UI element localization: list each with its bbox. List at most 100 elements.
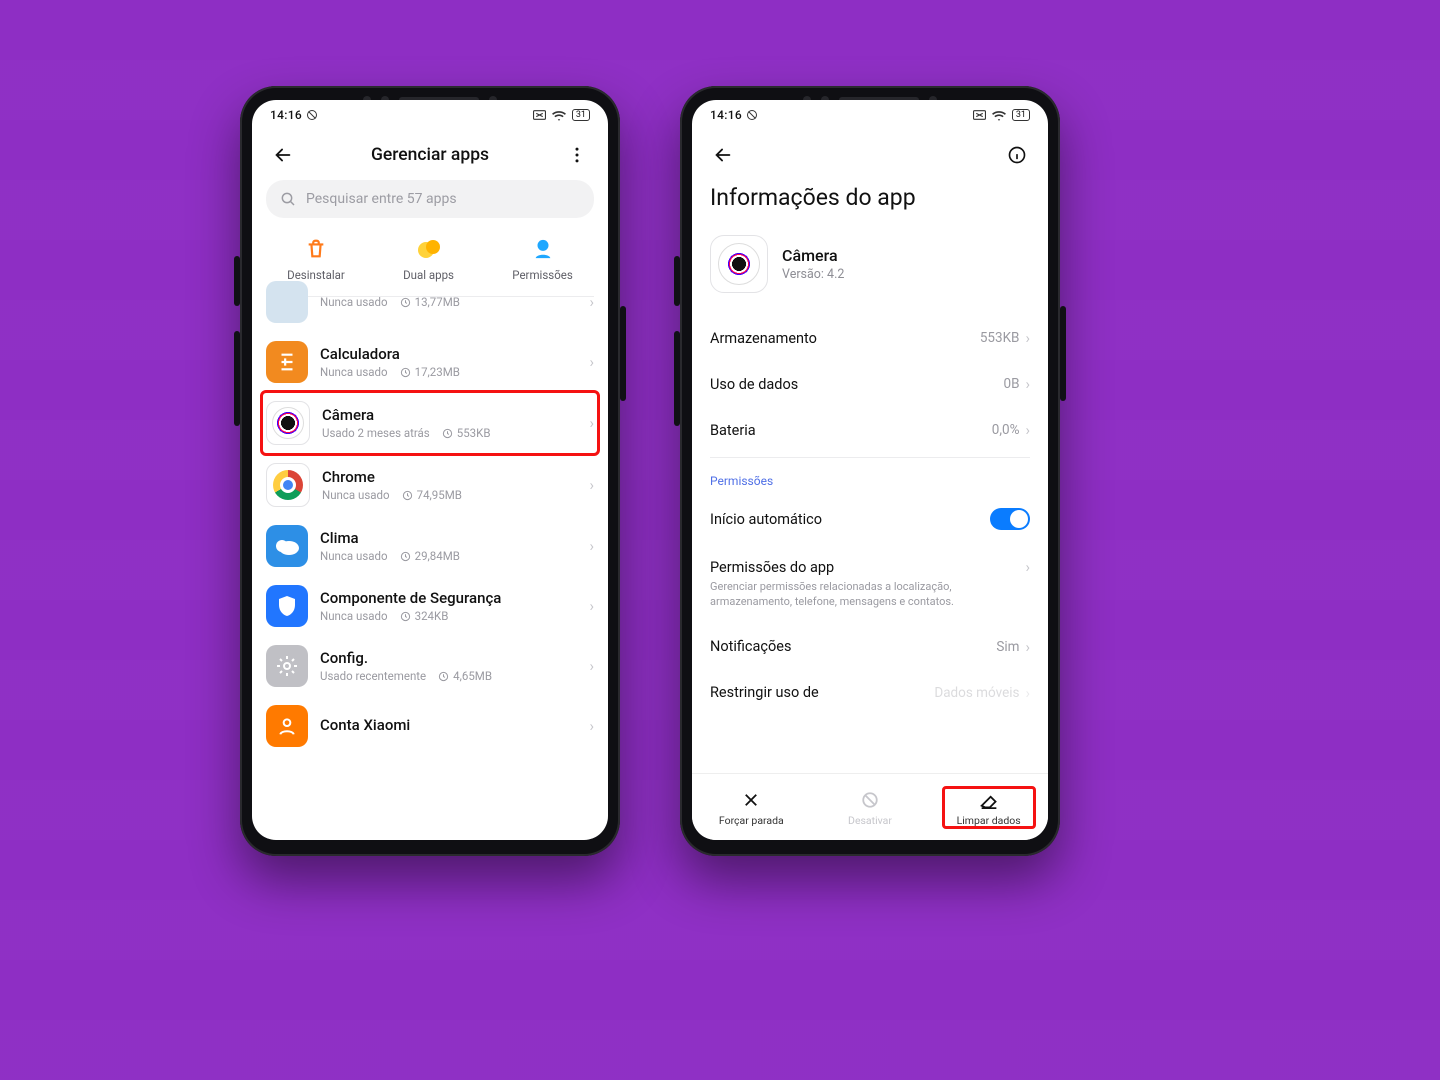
chevron-right-icon: › bbox=[589, 657, 594, 675]
search-input[interactable]: Pesquisar entre 57 apps bbox=[266, 180, 594, 218]
row-data-usage[interactable]: Uso de dados 0B› bbox=[692, 361, 1048, 407]
app-size: 324KB bbox=[415, 609, 449, 623]
screen-app-info: 14:16 31 Informações do app Câmera bbox=[692, 100, 1048, 840]
chevron-right-icon: › bbox=[1025, 375, 1030, 393]
info-icon bbox=[1007, 145, 1027, 165]
storage-label: Armazenamento bbox=[710, 330, 817, 347]
app-icon-unknown bbox=[266, 281, 308, 323]
app-row[interactable]: Conta Xiaomi› bbox=[252, 696, 608, 756]
dnd-icon bbox=[746, 109, 758, 121]
quick-permissions[interactable]: Permissões bbox=[512, 236, 573, 282]
clear-data-label: Limpar dados bbox=[957, 814, 1021, 827]
storage-icon bbox=[400, 367, 411, 378]
volume-down-btn bbox=[674, 331, 680, 426]
clear-data-button[interactable]: Limpar dados bbox=[944, 790, 1034, 827]
notif-label: Notificações bbox=[710, 638, 791, 655]
app-usage: Nunca usado bbox=[322, 488, 390, 502]
app-usage: Nunca usado bbox=[320, 295, 388, 309]
phone-left: 14:16 31 Gerenciar apps Pesquisar entre … bbox=[240, 86, 620, 856]
app-row[interactable]: Config.Usado recentemente4,65MB› bbox=[252, 636, 608, 696]
app-size: 4,65MB bbox=[453, 669, 492, 683]
volume-up-btn bbox=[234, 256, 240, 306]
quick-dual-apps[interactable]: Dual apps bbox=[403, 236, 454, 282]
status-bar: 14:16 31 bbox=[692, 100, 1048, 130]
storage-icon bbox=[400, 551, 411, 562]
chevron-right-icon: › bbox=[1025, 558, 1030, 576]
back-button[interactable] bbox=[266, 144, 300, 166]
appperms-desc: Gerenciar permissões relacionadas a loca… bbox=[710, 580, 1030, 610]
chevron-right-icon: › bbox=[1025, 329, 1030, 347]
app-icon-chrome bbox=[266, 463, 310, 507]
battery-value: 0,0% bbox=[992, 422, 1020, 438]
row-app-permissions[interactable]: Permissões do app › Gerenciar permissões… bbox=[692, 544, 1048, 624]
overflow-menu[interactable] bbox=[560, 145, 594, 165]
storage-icon bbox=[400, 611, 411, 622]
app-version: Versão: 4.2 bbox=[782, 267, 844, 282]
chevron-right-icon: › bbox=[1025, 638, 1030, 656]
storage-icon bbox=[402, 490, 413, 501]
back-button[interactable] bbox=[706, 144, 740, 166]
row-restrict-data[interactable]: Restringir uso de Dados móveis› bbox=[692, 670, 1048, 716]
chevron-right-icon: › bbox=[1025, 684, 1030, 702]
disable-button: Desativar bbox=[825, 790, 915, 827]
app-header-block: Câmera Versão: 4.2 bbox=[692, 229, 1048, 315]
disable-label: Desativar bbox=[848, 814, 892, 827]
dnd-icon bbox=[306, 109, 318, 121]
battery-icon: 31 bbox=[1012, 109, 1030, 121]
app-row[interactable]: ClimaNunca usado29,84MB› bbox=[252, 516, 608, 576]
app-size: 13,77MB bbox=[415, 295, 460, 309]
app-list: Nunca usado13,77MB›CalculadoraNunca usad… bbox=[252, 281, 608, 756]
power-btn bbox=[1060, 306, 1066, 401]
app-size: 553KB bbox=[457, 426, 491, 440]
app-usage: Nunca usado bbox=[320, 365, 388, 379]
app-name: Componente de Segurança bbox=[320, 589, 577, 607]
app-row[interactable]: CâmeraUsado 2 meses atrás553KB› bbox=[252, 392, 608, 454]
row-notifications[interactable]: Notificações Sim› bbox=[692, 624, 1048, 670]
app-icon-camera bbox=[710, 235, 768, 293]
info-button[interactable] bbox=[1000, 145, 1034, 165]
app-icon-camera bbox=[266, 401, 310, 445]
app-size: 29,84MB bbox=[415, 549, 460, 563]
app-row[interactable]: CalculadoraNunca usado17,23MB› bbox=[252, 332, 608, 392]
screen-manage-apps: 14:16 31 Gerenciar apps Pesquisar entre … bbox=[252, 100, 608, 840]
app-size: 17,23MB bbox=[415, 365, 460, 379]
app-usage: Usado recentemente bbox=[320, 669, 426, 683]
page-title: Informações do app bbox=[692, 180, 1048, 229]
data-value: 0B bbox=[1003, 376, 1019, 392]
app-name: Chrome bbox=[322, 468, 577, 486]
chevron-right-icon: › bbox=[1025, 421, 1030, 439]
app-icon-xiaomi bbox=[266, 705, 308, 747]
app-row[interactable]: Componente de SegurançaNunca usado324KB› bbox=[252, 576, 608, 636]
row-battery[interactable]: Bateria 0,0%› bbox=[692, 407, 1048, 453]
app-row[interactable]: Nunca usado13,77MB› bbox=[252, 281, 608, 332]
appperms-label: Permissões do app bbox=[710, 559, 834, 576]
app-icon-weather bbox=[266, 525, 308, 567]
page-title: Gerenciar apps bbox=[300, 145, 560, 165]
autostart-toggle[interactable] bbox=[990, 508, 1030, 530]
chevron-right-icon: › bbox=[589, 597, 594, 615]
bottom-action-bar: Forçar parada Desativar Limpar dados bbox=[692, 773, 1048, 840]
quick-uninstall-label: Desinstalar bbox=[287, 268, 345, 282]
app-name: Clima bbox=[320, 529, 577, 547]
chevron-right-icon: › bbox=[589, 717, 594, 735]
more-vertical-icon bbox=[567, 145, 587, 165]
row-storage[interactable]: Armazenamento 553KB› bbox=[692, 315, 1048, 361]
chevron-right-icon: › bbox=[589, 414, 594, 432]
wifi-icon bbox=[992, 110, 1006, 121]
row-autostart[interactable]: Início automático bbox=[692, 494, 1048, 544]
force-stop-button[interactable]: Forçar parada bbox=[706, 790, 796, 827]
divider bbox=[710, 457, 1030, 458]
app-icon-settings bbox=[266, 645, 308, 687]
app-row[interactable]: ChromeNunca usado74,95MB› bbox=[252, 454, 608, 516]
volume-up-btn bbox=[674, 256, 680, 306]
restrict-value: Dados móveis bbox=[934, 685, 1019, 701]
status-time: 14:16 bbox=[270, 108, 302, 122]
trash-icon bbox=[305, 238, 327, 260]
cast-icon bbox=[533, 110, 546, 120]
prohibit-icon bbox=[861, 791, 879, 809]
storage-icon bbox=[438, 671, 449, 682]
quick-uninstall[interactable]: Desinstalar bbox=[287, 236, 345, 282]
app-icon-security bbox=[266, 585, 308, 627]
app-usage: Nunca usado bbox=[320, 549, 388, 563]
app-name: Câmera bbox=[782, 246, 844, 265]
